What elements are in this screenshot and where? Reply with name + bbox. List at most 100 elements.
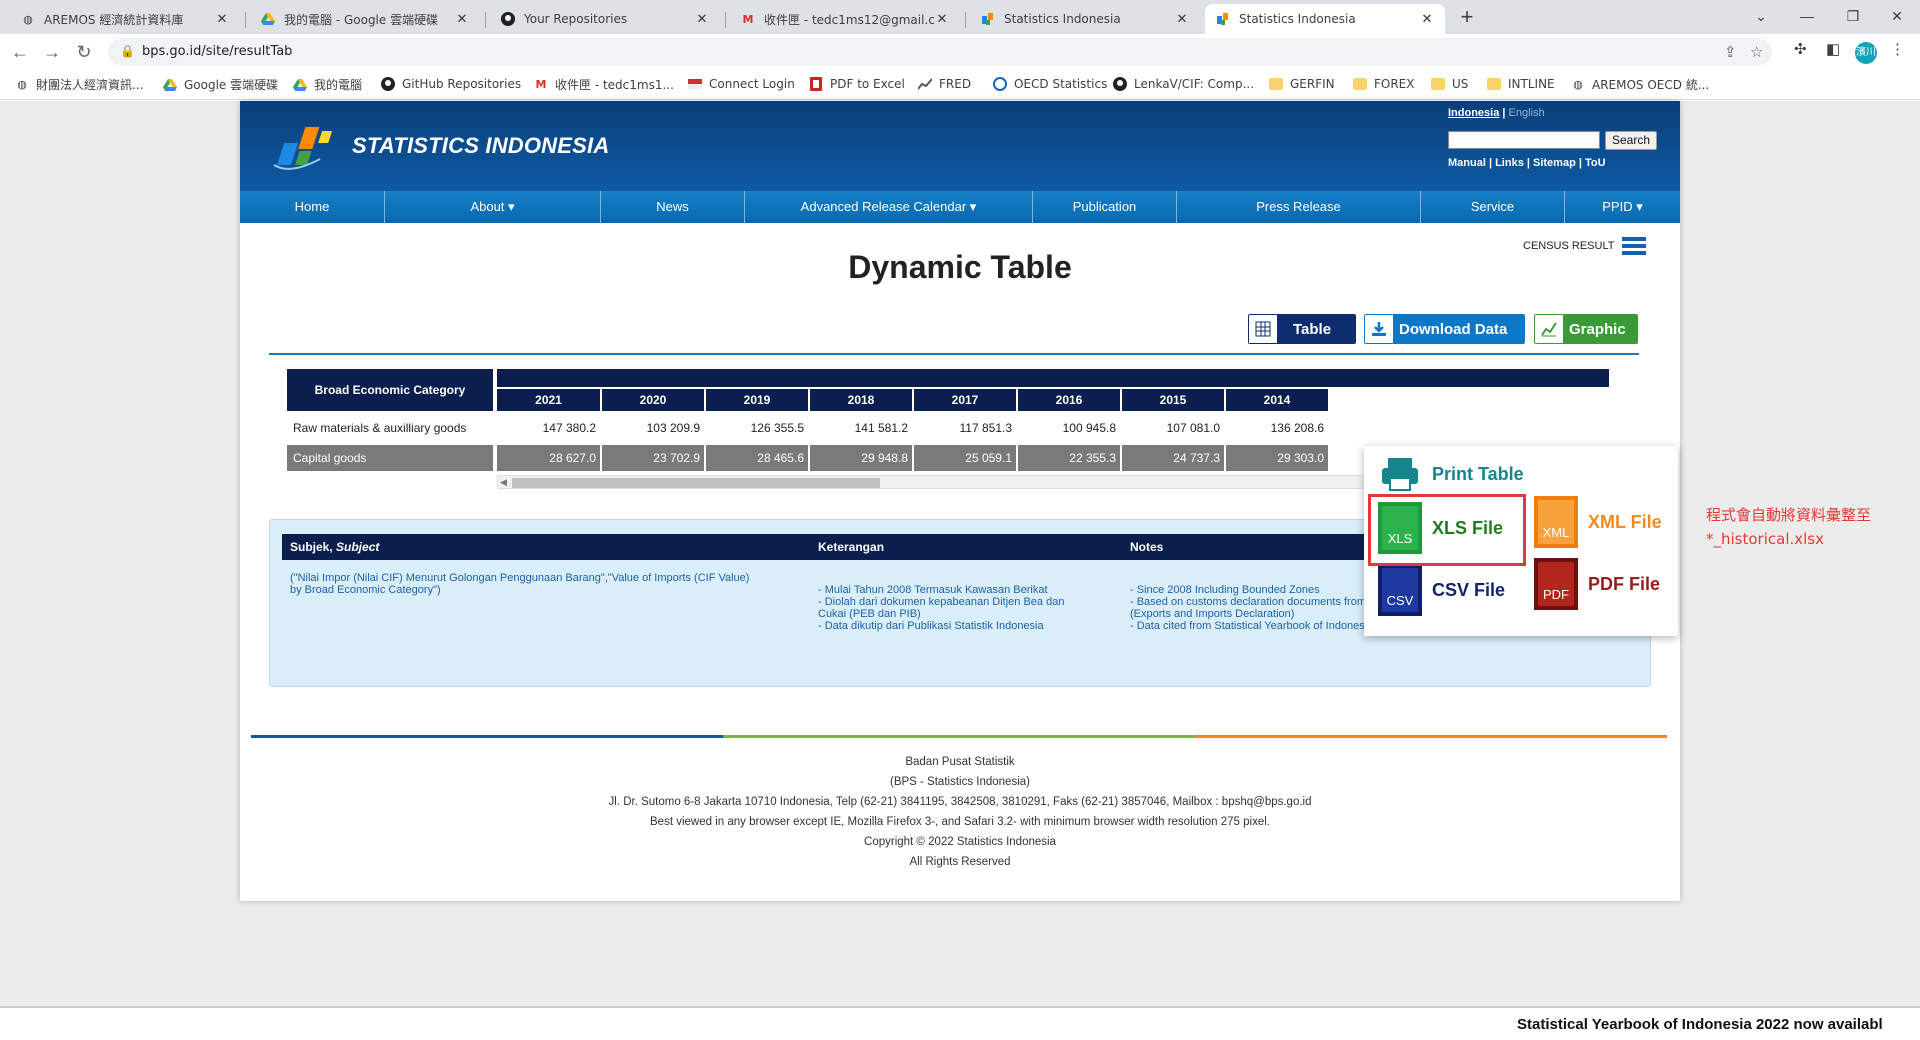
year-header-2021: 2021 (497, 389, 600, 411)
site-logo-text[interactable]: STATISTICS INDONESIA (352, 133, 609, 159)
window-close-icon[interactable]: ✕ (1874, 4, 1920, 28)
category-column-header: Broad Economic Category (287, 369, 493, 411)
nav-press-release[interactable]: Press Release (1177, 191, 1421, 223)
bookmark-star-icon[interactable]: ☆ (1750, 43, 1763, 61)
drive-icon (162, 77, 178, 93)
profile-avatar[interactable]: 濱川 (1855, 42, 1877, 64)
table-view-label: Table (1293, 320, 1332, 338)
footer-bar-blue (251, 735, 723, 738)
scrollbar-thumb[interactable] (512, 478, 880, 488)
nav-service[interactable]: Service (1421, 191, 1565, 223)
table-view-button[interactable]: Table (1248, 314, 1356, 344)
close-icon[interactable]: ✕ (454, 12, 470, 27)
pdf-file-option[interactable]: PDF PDF File (1534, 558, 1660, 610)
side-panel-icon[interactable]: ◧ (1826, 40, 1840, 58)
bookmark-label: 收件匣 - tedc1ms1... (555, 78, 674, 92)
nav-home[interactable]: Home (240, 191, 385, 223)
nav-publication[interactable]: Publication (1033, 191, 1177, 223)
nav-ppid[interactable]: PPID ▾ (1565, 191, 1680, 223)
reload-icon[interactable]: ↻ (72, 40, 96, 64)
nav-advanced-release-calendar[interactable]: Advanced Release Calendar ▾ (745, 191, 1033, 223)
subject-header: Subjek, Subject (282, 534, 810, 560)
table-cell: 28 465.6 (706, 445, 808, 471)
bookmark-folder[interactable]: GERFIN (1268, 76, 1335, 92)
bookmark-item[interactable]: OECD Statistics (992, 76, 1107, 92)
folder-icon (1430, 76, 1446, 92)
kebab-menu-icon[interactable]: ⋮ (1890, 40, 1905, 58)
tab-gmail[interactable]: M 收件匣 - tedc1ms12@gmail.co ✕ (730, 4, 960, 34)
bookmark-folder[interactable]: FOREX (1352, 76, 1415, 92)
tab-search-icon[interactable]: ⌄ (1738, 4, 1784, 28)
restore-icon[interactable]: ❐ (1830, 4, 1876, 28)
bookmark-item[interactable]: GitHub Repositories (380, 76, 521, 92)
pdf-excel-icon (808, 76, 824, 92)
close-icon[interactable]: ✕ (214, 12, 230, 27)
close-icon[interactable]: ✕ (934, 12, 950, 27)
annotation-line: *_historical.xlsx (1706, 530, 1824, 548)
csv-badge: CSV (1386, 593, 1414, 608)
nav-news[interactable]: News (601, 191, 745, 223)
ticker-text[interactable]: Statistical Yearbook of Indonesia 2022 n… (1517, 1016, 1883, 1033)
address-bar[interactable]: 🔒 bps.go.id/site/resultTab ⇪ ☆ (108, 38, 1772, 66)
new-tab-button[interactable]: + (1455, 6, 1479, 30)
news-ticker: Statistical Yearbook of Indonesia 2022 n… (0, 1006, 1920, 1040)
xml-file-label: XML File (1588, 511, 1662, 532)
bookmark-folder[interactable]: INTLINE (1486, 76, 1555, 92)
tab-statistics-indonesia[interactable]: Statistics Indonesia ✕ (970, 4, 1200, 34)
csv-file-icon: CSV (1378, 564, 1422, 616)
bookmark-item[interactable]: Google 雲端硬碟 (162, 76, 278, 93)
lang-english-link[interactable]: English (1509, 107, 1545, 119)
scroll-left-arrow-icon[interactable]: ◀ (500, 476, 507, 488)
extensions-icon[interactable]: ✣ (1794, 40, 1807, 58)
nav-about[interactable]: About ▾ (385, 191, 601, 223)
site-search-button[interactable]: Search (1605, 131, 1657, 150)
close-icon[interactable]: ✕ (1174, 12, 1190, 27)
tab-title: 我的電腦 - Google 雲端硬碟 (284, 12, 439, 27)
table-cell: 136 208.6 (1270, 421, 1324, 435)
keterangan-line: - Data dikutip dari Publikasi Statistik … (818, 620, 1044, 632)
graphic-view-button[interactable]: Graphic (1534, 314, 1638, 344)
table-cell: 103 209.9 (646, 421, 700, 435)
back-arrow-icon[interactable]: ← (8, 40, 32, 64)
csv-file-option[interactable]: CSV CSV File (1378, 564, 1505, 616)
main-nav: Home About ▾ News Advanced Release Calen… (240, 191, 1680, 223)
bookmark-item[interactable]: PDF to Excel (808, 76, 905, 92)
bookmark-item[interactable]: ◍ AREMOS OECD 統... (1570, 76, 1709, 93)
footer-line: Badan Pusat Statistik (905, 756, 1015, 768)
tab-aremos[interactable]: ◍ AREMOS 經濟統計資料庫 ✕ (10, 4, 240, 34)
tab-github[interactable]: Your Repositories ✕ (490, 4, 720, 34)
bookmark-item[interactable]: 我的電腦 (292, 76, 362, 93)
close-icon[interactable]: ✕ (1419, 12, 1435, 27)
bookmark-item[interactable]: FRED (917, 76, 971, 92)
bookmark-label: GitHub Repositories (402, 77, 522, 91)
bookmark-item[interactable]: LenkaV/CIF: Comp... (1112, 76, 1254, 92)
keterangan-line: Cukai (PEB dan PIB) (818, 608, 921, 620)
lang-indonesia-link[interactable]: Indonesia (1448, 107, 1499, 119)
bookmark-folder[interactable]: US (1430, 76, 1468, 92)
download-data-button[interactable]: Download Data (1364, 314, 1525, 344)
folder-icon (1352, 76, 1368, 92)
bookmark-item[interactable]: Connect Login (687, 76, 795, 92)
close-icon[interactable]: ✕ (694, 12, 710, 27)
table-cell: 141 581.2 (854, 421, 908, 435)
bookmark-item[interactable]: M 收件匣 - tedc1ms1... (533, 76, 674, 93)
share-icon[interactable]: ⇪ (1724, 43, 1737, 61)
site-search-input[interactable] (1448, 131, 1600, 149)
xml-file-option[interactable]: XML XML File (1534, 496, 1662, 548)
footer-line: Jl. Dr. Sutomo 6-8 Jakarta 10710 Indones… (608, 796, 1312, 808)
tab-statistics-indonesia-active[interactable]: Statistics Indonesia ✕ (1205, 4, 1445, 34)
tab-google-drive[interactable]: 我的電腦 - Google 雲端硬碟 ✕ (250, 4, 480, 34)
year-header-2019: 2019 (706, 389, 808, 411)
tab-title: Your Repositories (524, 12, 628, 26)
table-cell: 147 380.2 (542, 421, 596, 435)
forward-arrow-icon[interactable]: → (40, 40, 64, 64)
header-links[interactable]: Manual | Links | Sitemap | ToU (1448, 157, 1606, 169)
minimize-icon[interactable]: — (1784, 4, 1830, 28)
bookmark-label: OECD Statistics (1014, 77, 1108, 91)
print-table-option[interactable]: Print Table (1378, 454, 1524, 494)
tab-separator (725, 12, 726, 28)
page-viewport: STATISTICS INDONESIA Indonesia | English… (0, 101, 1920, 1006)
table-cell: 107 081.0 (1166, 421, 1220, 435)
bookmark-item[interactable]: ◍ 財團法人經濟資訊... (14, 76, 143, 93)
bps-logo-icon[interactable] (270, 119, 346, 179)
